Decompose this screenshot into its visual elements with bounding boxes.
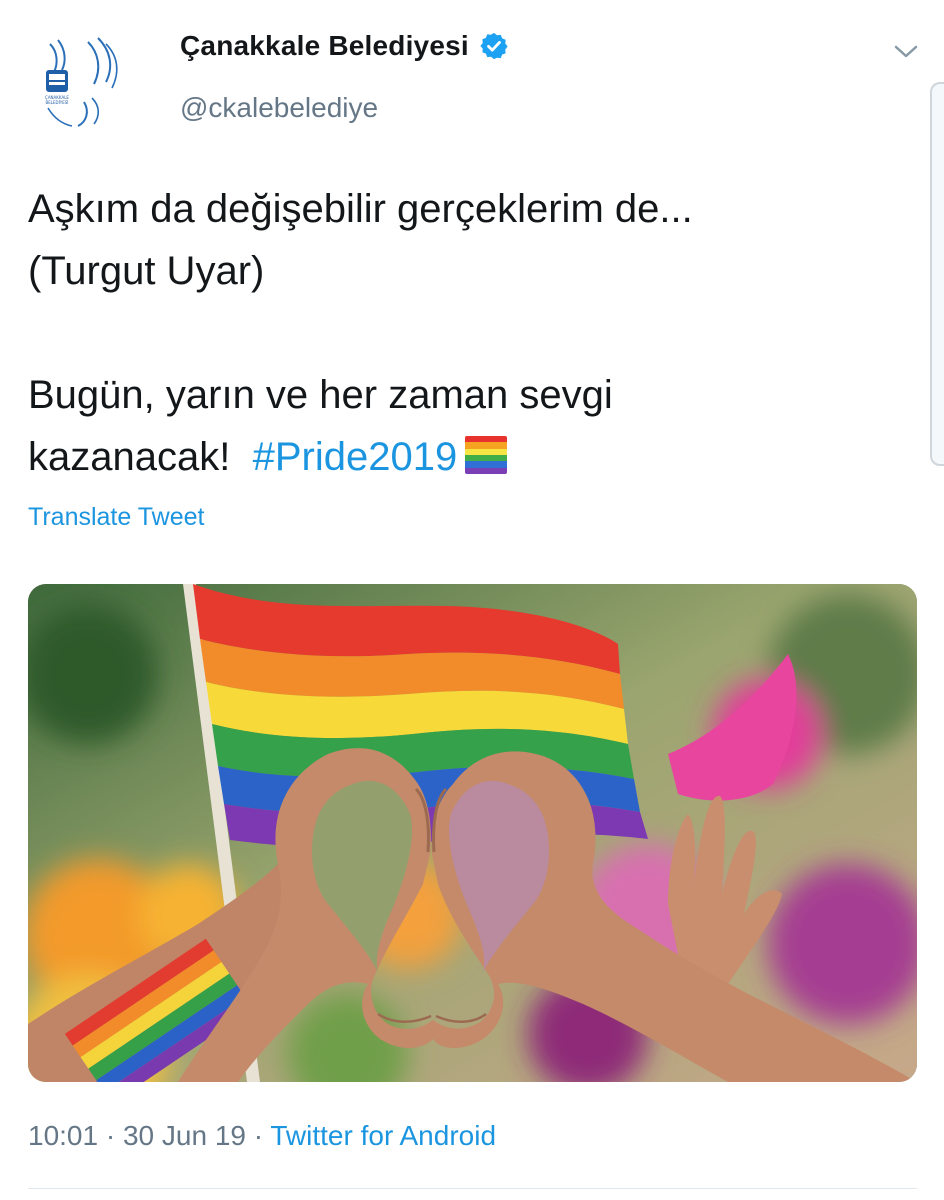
translate-tweet-link[interactable]: Translate Tweet — [28, 503, 204, 532]
scrollbar[interactable] — [930, 82, 944, 466]
rainbow-flag-emoji — [465, 436, 508, 474]
user-handle[interactable]: @ckalebelediye — [180, 92, 378, 124]
tweet-line: Bugün, yarın ve her zaman sevgi — [28, 373, 613, 417]
tweet-photo[interactable] — [28, 584, 917, 1082]
tweet-line: Aşkım da değişebilir gerçeklerim de... — [28, 187, 693, 231]
svg-text:BELEDİYESİ: BELEDİYESİ — [46, 100, 69, 105]
meta-separator: · — [98, 1120, 123, 1151]
tweet-line-with-hashtag: kazanacak! #Pride2019 — [28, 426, 908, 488]
tweet-line: kazanacak! — [28, 435, 231, 479]
verified-badge-icon — [479, 31, 509, 61]
tweet-text: Aşkım da değişebilir gerçeklerim de... (… — [28, 178, 908, 488]
tweet-date: 30 Jun 19 — [122, 1120, 246, 1151]
chevron-down-icon[interactable] — [893, 40, 919, 62]
municipality-logo-icon: ÇANAKKALE BELEDİYESİ — [29, 29, 127, 127]
name-row[interactable]: Çanakkale Belediyesi — [180, 30, 509, 62]
divider — [28, 1188, 917, 1189]
tweet-time: 10:01 — [28, 1120, 99, 1151]
meta-separator: · — [245, 1120, 271, 1151]
hashtag-link[interactable]: #Pride2019 — [253, 435, 458, 479]
pride-heart-hands-photo — [28, 584, 917, 1082]
display-name[interactable]: Çanakkale Belediyesi — [180, 30, 469, 62]
tweet-meta: 10:01 · 30 Jun 19 · Twitter for Android — [28, 1120, 496, 1152]
tweet-source-link[interactable]: Twitter for Android — [270, 1120, 496, 1151]
tweet: ÇANAKKALE BELEDİYESİ Çanakkale Belediyes… — [0, 0, 944, 1200]
tweet-line: (Turgut Uyar) — [28, 249, 265, 293]
avatar[interactable]: ÇANAKKALE BELEDİYESİ — [28, 28, 128, 128]
